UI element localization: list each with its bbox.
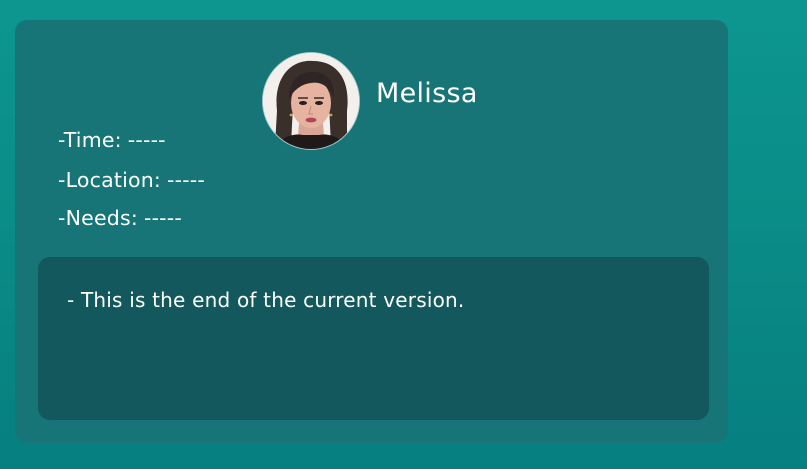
location-line: -Location: ----- (58, 168, 205, 192)
needs-value: ----- (143, 206, 182, 230)
needs-label: -Needs: (58, 206, 138, 230)
message-text: - This is the end of the current version… (67, 288, 465, 312)
woman-portrait-icon (263, 53, 359, 149)
character-avatar (263, 53, 359, 149)
message-box: - This is the end of the current version… (38, 257, 709, 420)
location-label: -Location: (58, 168, 162, 192)
character-card: Melissa -Time: ----- -Location: ----- -Nee… (15, 20, 728, 443)
location-value: ----- (167, 168, 206, 192)
character-name: Melissa (376, 78, 478, 109)
time-label: -Time: (58, 128, 122, 152)
needs-line: -Needs: ----- (58, 206, 182, 230)
time-value: ----- (127, 128, 166, 152)
time-line: -Time: ----- (58, 128, 166, 152)
